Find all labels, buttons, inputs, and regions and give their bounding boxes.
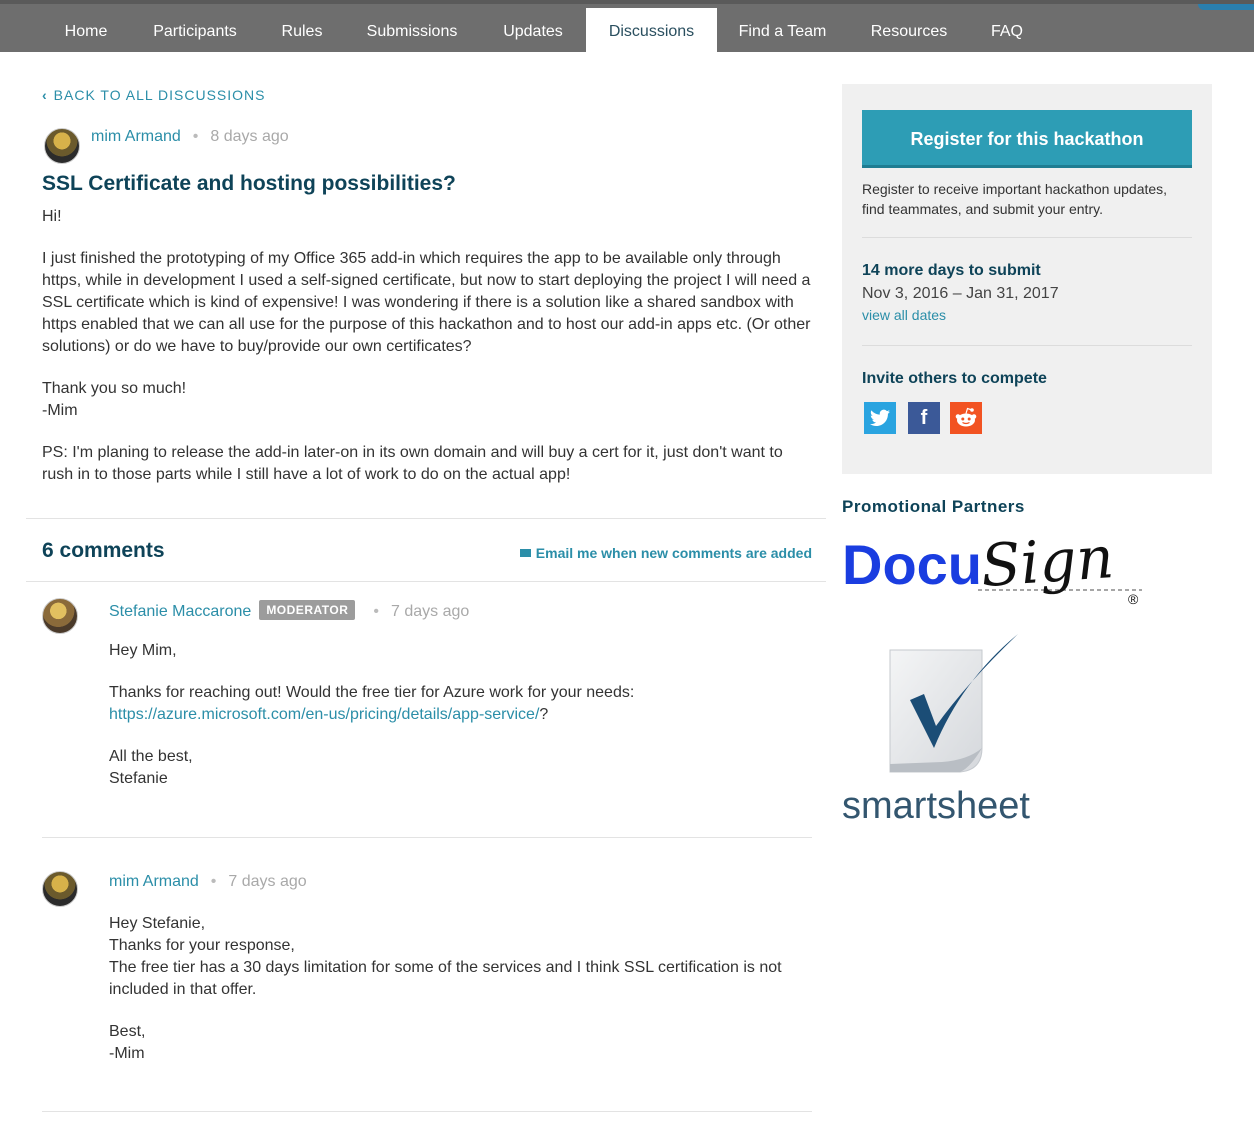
back-link-label: BACK TO ALL DISCUSSIONS <box>53 87 266 103</box>
smartsheet-text: smartsheet <box>842 785 1030 827</box>
post-time: 8 days ago <box>210 128 289 145</box>
comment-paragraph: Best, -Mim <box>109 1021 809 1065</box>
sidebar-divider <box>862 237 1192 238</box>
moderator-badge: MODERATOR <box>259 600 356 620</box>
meta-separator: • <box>210 873 217 890</box>
days-left: 14 more days to submit <box>862 262 1041 279</box>
back-to-discussions-link[interactable]: ‹ BACK TO ALL DISCUSSIONS <box>42 87 265 103</box>
comments-count: 6 comments <box>42 539 165 562</box>
divider <box>26 581 826 582</box>
nav-faq[interactable]: FAQ <box>970 8 1044 56</box>
docusign-logo[interactable]: Docu Sign ® <box>842 528 1152 614</box>
submission-dates: Nov 3, 2016 – Jan 31, 2017 <box>862 285 1059 302</box>
twitter-icon[interactable] <box>864 402 896 434</box>
post-paragraph: Thank you so much! <box>42 380 187 397</box>
comment-author[interactable]: mim Armand <box>109 873 199 890</box>
top-nav: Home Participants Rules Submissions Upda… <box>0 0 1254 56</box>
email-me-label: Email me when new comments are added <box>535 545 812 561</box>
partners-title: Promotional Partners <box>842 497 1025 516</box>
divider <box>42 1111 812 1112</box>
comment-line: -Mim <box>109 1045 145 1062</box>
nav-submissions[interactable]: Submissions <box>344 8 480 56</box>
comment-author[interactable]: Stefanie Maccarone <box>109 603 251 620</box>
comment-line: Hey Mim, <box>109 642 177 659</box>
azure-pricing-link[interactable]: https://azure.microsoft.com/en-us/pricin… <box>109 706 539 723</box>
divider <box>26 518 826 519</box>
envelope-icon <box>519 549 531 557</box>
facebook-icon[interactable]: f <box>908 402 940 434</box>
nav-rules[interactable]: Rules <box>260 8 344 56</box>
post-paragraph: PS: I'm planing to release the add-in la… <box>42 444 783 483</box>
comment-time: 7 days ago <box>228 873 307 890</box>
nav-home[interactable]: Home <box>42 8 130 56</box>
post-title: SSL Certificate and hosting possibilitie… <box>42 172 456 195</box>
email-me-link[interactable]: Email me when new comments are added <box>519 545 812 561</box>
nav-updates[interactable]: Updates <box>480 8 586 56</box>
comment-line: The free tier has a 30 days limitation f… <box>109 959 782 998</box>
comment-line: All the best, <box>109 748 193 765</box>
avatar[interactable] <box>42 598 78 634</box>
comment-body: Hey Mim, Thanks for reaching out! Would … <box>109 640 809 810</box>
smartsheet-logo[interactable]: smartsheet <box>842 630 1052 830</box>
reddit-icon[interactable] <box>950 402 982 434</box>
comment-line: ? <box>539 706 549 723</box>
view-all-dates-link[interactable]: view all dates <box>862 307 946 323</box>
nav-discussions[interactable]: Discussions <box>586 8 717 56</box>
chevron-left-icon: ‹ <box>42 87 48 103</box>
comment-time: 7 days ago <box>390 603 470 620</box>
meta-separator: • <box>373 603 379 620</box>
avatar[interactable] <box>42 871 78 907</box>
nav-resources[interactable]: Resources <box>848 8 970 56</box>
post-author[interactable]: mim Armand <box>91 128 181 145</box>
comment-paragraph: All the best, Stefanie <box>109 746 809 790</box>
sidebar-panel: Register for this hackathon Register to … <box>842 84 1212 474</box>
docusign-text-docu: Docu <box>842 533 982 596</box>
comment-line: Thanks for reaching out! Would the free … <box>109 684 635 701</box>
invite-heading: Invite others to compete <box>862 370 1047 387</box>
nav-find-a-team[interactable]: Find a Team <box>717 8 848 56</box>
meta-separator: • <box>192 128 199 145</box>
register-description: Register to receive important hackathon … <box>862 181 1168 217</box>
comment-meta: mim Armand • 7 days ago <box>109 873 307 891</box>
post-paragraph: I just finished the prototyping of my Of… <box>42 250 811 355</box>
post-paragraph: Hi! <box>42 208 62 225</box>
comment-line: Thanks for your response, <box>109 937 295 954</box>
post-paragraph: -Mim <box>42 402 78 419</box>
divider <box>42 837 812 838</box>
corner-accent <box>1198 4 1254 10</box>
register-button[interactable]: Register for this hackathon <box>862 110 1192 168</box>
comment-line: Hey Stefanie, <box>109 915 206 932</box>
comment-paragraph: Thanks for reaching out! Would the free … <box>109 682 809 726</box>
comment-meta: Stefanie Maccarone MODERATOR • 7 days ago <box>109 600 469 621</box>
registered-mark: ® <box>1128 591 1139 607</box>
comment-paragraph: Hey Stefanie, Thanks for your response, … <box>109 913 809 1001</box>
nav-participants[interactable]: Participants <box>130 8 260 56</box>
comment-body: Hey Stefanie, Thanks for your response, … <box>109 913 809 1085</box>
comment-line: Stefanie <box>109 770 168 787</box>
sidebar-divider <box>862 345 1192 346</box>
docusign-text-sign: Sign <box>979 528 1116 600</box>
comment-line: Best, <box>109 1023 146 1040</box>
post-meta: mim Armand • 8 days ago <box>91 128 289 146</box>
avatar[interactable] <box>44 128 80 164</box>
post-body: Hi! I just finished the prototyping of m… <box>42 206 817 506</box>
